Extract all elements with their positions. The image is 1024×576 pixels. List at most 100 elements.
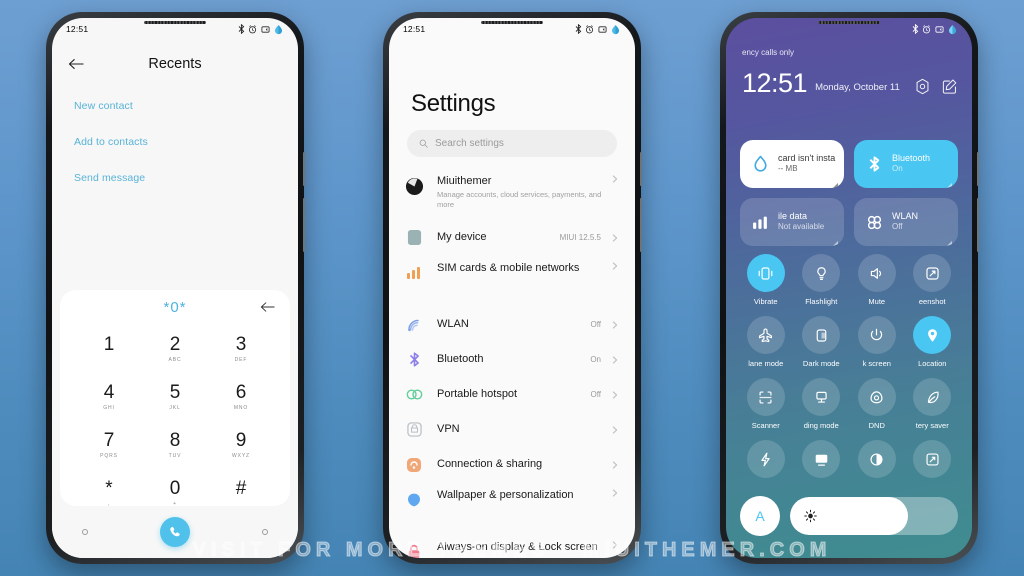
power-icon[interactable]: [857, 316, 896, 354]
new-contact-link[interactable]: New contact: [74, 100, 284, 112]
vibrate-icon[interactable]: [746, 254, 785, 292]
volume-button[interactable]: [303, 152, 305, 186]
quick-toggle[interactable]: eenshot: [905, 254, 961, 306]
chevron-right-icon: [611, 355, 619, 364]
quick-toggle[interactable]: [738, 440, 794, 478]
settings-row[interactable]: Connection & sharing: [389, 447, 635, 482]
key-digit: 1: [103, 334, 115, 355]
quick-toggle[interactable]: Mute: [849, 254, 905, 306]
big-tiles-grid: card isn't insta -- MB Bluetooth On ile data…: [740, 140, 958, 246]
big-tile[interactable]: ile data Not available: [740, 198, 844, 246]
add-to-contacts-link[interactable]: Add to contacts: [74, 136, 284, 148]
settings-list: Miuithemer Manage accounts, cloud service…: [389, 168, 635, 558]
volume-button[interactable]: [640, 152, 642, 186]
key-5[interactable]: 5 JKL: [142, 374, 208, 420]
big-tile[interactable]: WLAN Off: [854, 198, 958, 246]
quick-toggle[interactable]: [794, 440, 850, 478]
key-3[interactable]: 3 DEF: [208, 326, 274, 372]
big-tile[interactable]: card isn't insta -- MB: [740, 140, 844, 188]
settings-row[interactable]: WLAN Off: [389, 307, 635, 342]
quick-toggle[interactable]: k screen: [849, 316, 905, 368]
settings-row[interactable]: VPN: [389, 412, 635, 447]
key-4[interactable]: 4 GHI: [76, 374, 142, 420]
power-button[interactable]: [303, 198, 305, 252]
settings-gear-icon[interactable]: [914, 78, 931, 95]
call-button[interactable]: [160, 517, 190, 547]
big-tile[interactable]: Bluetooth On: [854, 140, 958, 188]
key-digit: 5: [169, 382, 181, 403]
key-8[interactable]: 8 TUV: [142, 422, 208, 468]
search-placeholder: Search settings: [435, 138, 504, 149]
screenshot-icon[interactable]: [913, 254, 952, 292]
quick-toggles-grid: Vibrate Flashlight Mute eenshot lane mode Dar…: [738, 254, 960, 478]
settings-row[interactable]: Always-on display & Lock screen: [389, 534, 635, 558]
settings-row[interactable]: Miuithemer Manage accounts, cloud service…: [389, 168, 635, 220]
back-button[interactable]: [66, 54, 86, 74]
quick-toggle[interactable]: tery saver: [905, 378, 961, 430]
key-letters: TUV: [168, 453, 182, 459]
flash-bolt-icon[interactable]: [746, 440, 785, 478]
settings-row-label: WLAN: [437, 317, 469, 330]
lock-clock: 12:51: [742, 68, 808, 98]
scanner-icon[interactable]: [746, 378, 785, 416]
expand-corner-icon[interactable]: [831, 176, 838, 188]
settings-row-label: Portable hotspot: [437, 387, 518, 400]
edit-icon[interactable]: [941, 78, 958, 95]
key-7[interactable]: 7 PQRS: [76, 422, 142, 468]
quick-toggle[interactable]: Location: [905, 316, 961, 368]
key-1[interactable]: 1: [76, 326, 142, 372]
quick-toggle[interactable]: Scanner: [738, 378, 794, 430]
settings-row[interactable]: My device MIUI 12.5.5: [389, 220, 635, 255]
settings-row-label: Bluetooth: [437, 352, 484, 365]
quick-toggle[interactable]: Flashlight: [794, 254, 850, 306]
backspace-icon[interactable]: [258, 298, 276, 316]
settings-row[interactable]: SIM cards & mobile networks: [389, 255, 635, 307]
key-9[interactable]: 9 WXYZ: [208, 422, 274, 468]
nav-right-dot[interactable]: [262, 529, 268, 535]
expand-corner-icon[interactable]: [945, 234, 952, 246]
key-2[interactable]: 2 ABC: [142, 326, 208, 372]
power-button[interactable]: [640, 198, 642, 252]
expand-corner-icon[interactable]: [945, 176, 952, 188]
send-message-link[interactable]: Send message: [74, 172, 284, 184]
quick-toggle-label: DND: [868, 421, 885, 430]
expand-corner-icon[interactable]: [831, 234, 838, 246]
phone1-screen: 12:51 Recents New contact Add to contact…: [52, 18, 298, 558]
volume-button[interactable]: [977, 152, 979, 186]
settings-row-text: SIM cards & mobile networks: [437, 262, 611, 276]
quick-toggle[interactable]: lane mode: [738, 316, 794, 368]
search-input[interactable]: Search settings: [407, 130, 617, 157]
speaker-icon[interactable]: [857, 254, 896, 292]
battery-icon: [947, 24, 958, 35]
location-pin-icon[interactable]: [913, 316, 952, 354]
hotspot-link-icon: [403, 384, 425, 406]
quick-toggle[interactable]: ding mode: [794, 378, 850, 430]
power-button[interactable]: [977, 198, 979, 252]
screen-expand-icon[interactable]: [913, 440, 952, 478]
quick-toggle[interactable]: [905, 440, 961, 478]
key-6[interactable]: 6 MNO: [208, 374, 274, 420]
dialer-panel: *0* 1 2 ABC 3 DEF 4 GHI 5 JKL 6 MNO 7 PQRS 8 TUV 9 WXYZ *…: [60, 290, 290, 507]
airplane-icon[interactable]: [746, 316, 785, 354]
cast-screen-icon[interactable]: [802, 440, 841, 478]
flashlight-icon[interactable]: [802, 254, 841, 292]
quick-toggle[interactable]: DND: [849, 378, 905, 430]
settings-row[interactable]: Wallpaper & personalization: [389, 482, 635, 534]
recents-action-links: New contact Add to contacts Send message: [74, 100, 284, 208]
dark-mode-icon[interactable]: [802, 316, 841, 354]
auto-brightness-button[interactable]: A: [740, 496, 780, 536]
key-digit: 3: [235, 334, 247, 355]
reading-mode-icon[interactable]: [802, 378, 841, 416]
nav-left-dot[interactable]: [82, 529, 88, 535]
quick-toggle[interactable]: Dark mode: [794, 316, 850, 368]
settings-row[interactable]: Bluetooth On: [389, 342, 635, 377]
contrast-icon[interactable]: [857, 440, 896, 478]
alarm-icon: [585, 24, 594, 34]
battery-saver-icon[interactable]: [913, 378, 952, 416]
quick-toggle[interactable]: Vibrate: [738, 254, 794, 306]
quick-toggle[interactable]: [849, 440, 905, 478]
key-digit: *: [105, 478, 113, 499]
brightness-slider[interactable]: [790, 497, 958, 535]
dnd-icon[interactable]: [857, 378, 896, 416]
settings-row[interactable]: Portable hotspot Off: [389, 377, 635, 412]
